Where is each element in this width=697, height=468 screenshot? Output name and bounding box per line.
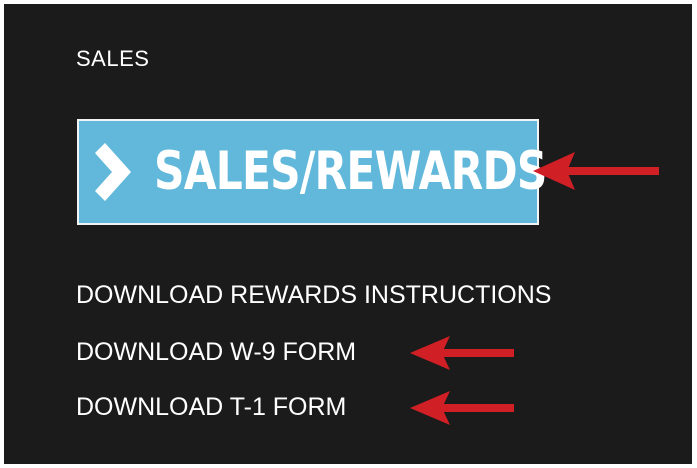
sales-rewards-button[interactable]: SALES/REWARDS xyxy=(77,119,547,225)
download-w9-form-link[interactable]: DOWNLOAD W-9 FORM xyxy=(76,338,356,367)
download-t1-form-link[interactable]: DOWNLOAD T-1 FORM xyxy=(76,393,346,422)
sales-panel: SALES SALES/REWARDS DOWNLOAD REWARDS INS… xyxy=(4,4,692,464)
arrow-left-icon xyxy=(410,391,514,425)
arrow-left-icon xyxy=(533,152,659,190)
arrow-left-icon xyxy=(410,336,514,370)
section-title: SALES xyxy=(76,46,150,71)
download-rewards-instructions-link[interactable]: DOWNLOAD REWARDS INSTRUCTIONS xyxy=(76,281,551,310)
chevron-right-icon xyxy=(95,143,131,201)
sales-rewards-button-label: SALES/REWARDS xyxy=(154,141,547,202)
